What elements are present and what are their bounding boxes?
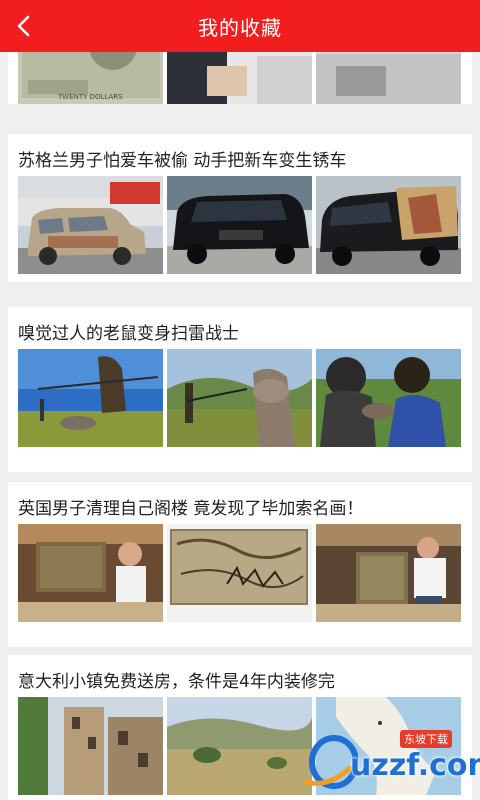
article-image: [316, 349, 461, 447]
article-image: [18, 176, 163, 274]
article-title[interactable]: 意大利小镇免费送房，条件是4年内装修完: [18, 667, 335, 692]
article-title[interactable]: 英国男子清理自己阁楼 竟发现了毕加索名画！: [18, 494, 363, 519]
list-item[interactable]: 英国男子清理自己阁楼 竟发现了毕加索名画！: [8, 482, 472, 647]
article-image: [18, 349, 163, 447]
article-image: TWENTY DOLLARS: [18, 52, 163, 104]
favorites-list[interactable]: TWENTY DOLLARS 苏格兰男子怕爱车被偷 动手把新车变生锈车 嗅觉过人…: [0, 52, 480, 800]
article-title[interactable]: 嗅觉过人的老鼠变身扫雷战士: [18, 319, 239, 344]
page-title: 我的收藏: [198, 15, 282, 40]
article-title[interactable]: 苏格兰男子怕爱车被偷 动手把新车变生锈车: [18, 146, 346, 171]
logo-mark-icon: [303, 735, 358, 789]
list-item[interactable]: 苏格兰男子怕爱车被偷 动手把新车变生锈车: [8, 134, 472, 282]
chevron-left-icon: [17, 15, 30, 37]
top-bar: 我的收藏: [0, 0, 480, 52]
article-image: [316, 52, 461, 104]
back-button[interactable]: [6, 8, 42, 44]
banknote-text: TWENTY DOLLARS: [57, 93, 123, 101]
watermark-logo: 东坡下载 uzzf.com: [298, 728, 480, 792]
article-image: [167, 176, 312, 274]
list-item[interactable]: 嗅觉过人的老鼠变身扫雷战士: [8, 307, 472, 472]
article-image: [167, 697, 312, 795]
watermark-tag: 东坡下载: [400, 730, 452, 748]
article-image: [167, 349, 312, 447]
article-image: [18, 697, 163, 795]
article-image: [167, 524, 312, 622]
article-image: [18, 524, 163, 622]
article-image: [316, 524, 461, 622]
list-item[interactable]: TWENTY DOLLARS: [8, 52, 472, 104]
article-image: [167, 52, 312, 104]
watermark-text: uzzf.com: [350, 748, 480, 783]
article-image: [316, 176, 461, 274]
